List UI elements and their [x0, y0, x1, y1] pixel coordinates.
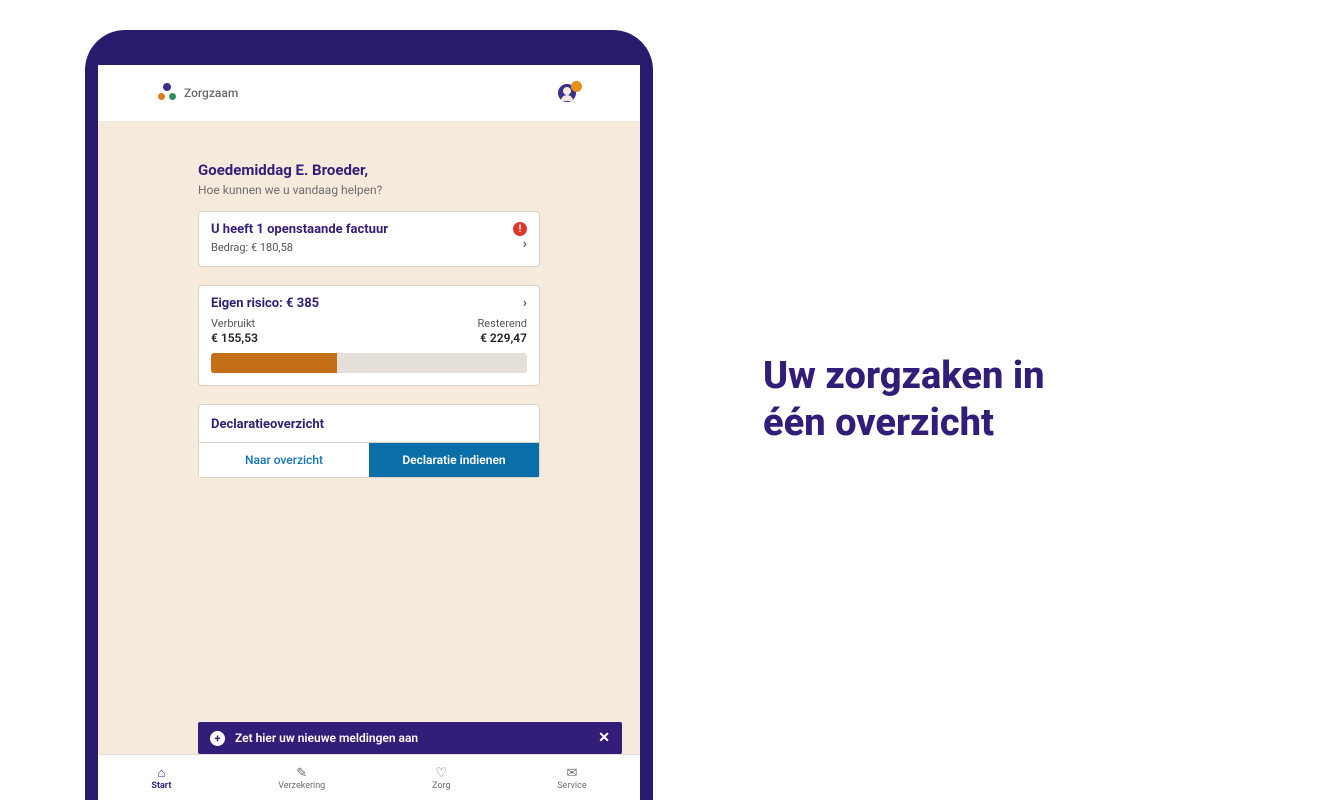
to-overview-link[interactable]: Naar overzicht: [199, 443, 369, 477]
brand-logo[interactable]: Zorgzaam: [158, 83, 238, 103]
chevron-right-icon: ›: [523, 237, 527, 251]
progress-bar: [211, 353, 527, 373]
declarations-card: Declaratieoverzicht Naar overzicht Decla…: [198, 404, 540, 478]
nav-label: Service: [557, 781, 586, 791]
declarations-title: Declaratieoverzicht: [199, 405, 539, 442]
used-value: € 155,53: [211, 331, 258, 345]
invoice-title: U heeft 1 openstaande factuur: [211, 222, 388, 237]
document-icon: ✎: [294, 766, 310, 780]
invoice-card[interactable]: U heeft 1 openstaande factuur ! Bedrag: …: [198, 211, 540, 267]
greeting-subtitle: Hoe kunnen we u vandaag helpen?: [198, 183, 540, 197]
profile-button[interactable]: [558, 82, 580, 104]
hero-line-2: één overzicht: [763, 401, 994, 445]
nav-service[interactable]: ✉ Service: [557, 766, 586, 791]
notification-badge-icon: [571, 81, 582, 92]
nav-zorg[interactable]: ♡ Zorg: [432, 766, 450, 791]
hero-headline: Uw zorgzaken in één overzicht: [763, 353, 1045, 448]
nav-label: Verzekering: [278, 781, 325, 791]
tablet-device: Zorgzaam Goedemiddag E. Broeder, Hoe kun…: [85, 30, 653, 800]
nav-label: Start: [151, 781, 171, 791]
chat-icon: ✉: [564, 766, 580, 780]
used-label: Verbruikt: [211, 317, 255, 330]
app-screen: Zorgzaam Goedemiddag E. Broeder, Hoe kun…: [98, 65, 640, 800]
brand-name: Zorgzaam: [184, 86, 238, 100]
own-risk-card[interactable]: Eigen risico: € 385 › Verbruikt Resteren…: [198, 285, 540, 386]
chevron-right-icon: ›: [523, 296, 527, 310]
hero-line-1: Uw zorgzaken in: [763, 354, 1045, 398]
bottom-navigation: ⌂ Start ✎ Verzekering ♡ Zorg ✉ Service: [98, 754, 640, 800]
banner-text: Zet hier uw nieuwe meldingen aan: [235, 731, 418, 745]
remaining-value: € 229,47: [480, 331, 527, 345]
nav-start[interactable]: ⌂ Start: [151, 766, 171, 791]
own-risk-title: Eigen risico: € 385: [211, 296, 319, 311]
app-header: Zorgzaam: [98, 65, 640, 121]
notifications-banner[interactable]: + Zet hier uw nieuwe meldingen aan ✕: [198, 722, 622, 754]
heart-icon: ♡: [433, 766, 449, 780]
remaining-label: Resterend: [478, 317, 527, 330]
close-icon[interactable]: ✕: [598, 730, 610, 746]
submit-declaration-button[interactable]: Declaratie indienen: [369, 443, 539, 477]
logo-mark-icon: [158, 83, 178, 103]
progress-bar-fill: [211, 353, 337, 373]
greeting-title: Goedemiddag E. Broeder,: [198, 161, 540, 179]
invoice-amount: Bedrag: € 180,58: [211, 241, 293, 254]
nav-label: Zorg: [432, 781, 450, 791]
home-icon: ⌂: [153, 766, 169, 780]
plus-icon: +: [210, 731, 225, 746]
alert-icon: !: [513, 222, 527, 236]
nav-verzekering[interactable]: ✎ Verzekering: [278, 766, 325, 791]
